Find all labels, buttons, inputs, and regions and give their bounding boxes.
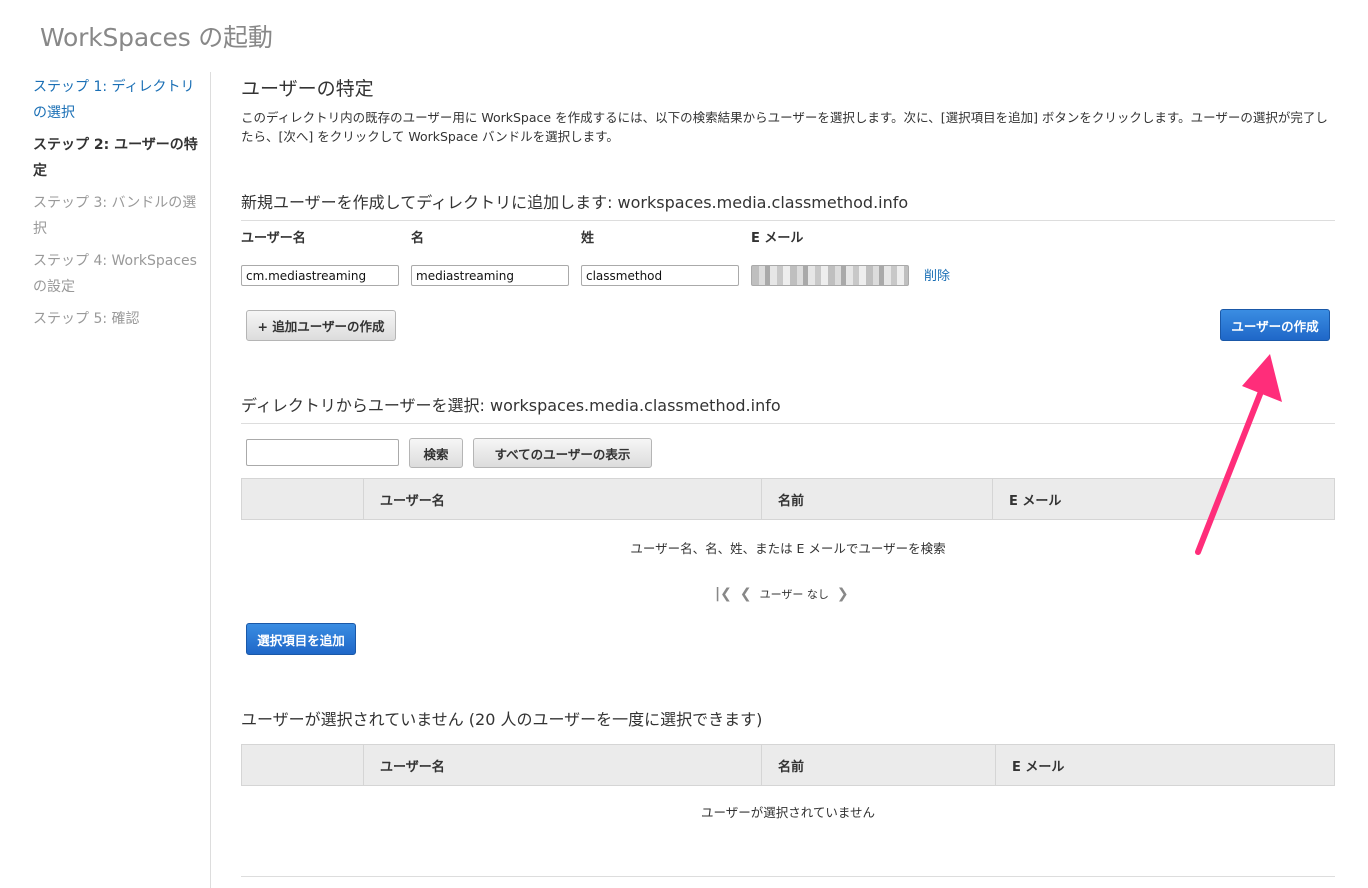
- first-page-icon[interactable]: |❮: [715, 586, 732, 602]
- col-last-name: 姓: [581, 231, 595, 246]
- step-5: ステップ 5: 確認: [33, 311, 140, 327]
- empty-search-message: ユーザー名、名、姓、または E メールでユーザーを検索: [630, 541, 946, 556]
- col-username: ユーザー名: [241, 231, 306, 246]
- add-selected-button[interactable]: 選択項目を追加: [246, 623, 356, 655]
- selected-select-column-header: [242, 745, 364, 785]
- section-heading: ユーザーの特定: [241, 78, 374, 100]
- col-email: E メール: [751, 231, 804, 246]
- selected-users-table: ユーザー名 名前 E メール ユーザーが選択されていません: [241, 744, 1335, 821]
- bottom-divider: [241, 876, 1335, 877]
- create-user-section-title: 新規ユーザーを作成してディレクトリに追加します: workspaces.medi…: [241, 189, 1335, 221]
- username-input[interactable]: [241, 265, 399, 286]
- email-input-redacted[interactable]: [751, 265, 909, 286]
- table-header: ユーザー名 名前 E メール: [241, 478, 1335, 520]
- email-column-header[interactable]: E メール: [993, 479, 1334, 519]
- chevron-left-icon[interactable]: ❮: [740, 586, 752, 602]
- search-button[interactable]: 検索: [409, 438, 463, 468]
- search-results-table: ユーザー名 名前 E メール ユーザー名、名、姓、または E メールでユーザーを…: [241, 478, 1335, 557]
- selected-name-column-header[interactable]: 名前: [762, 745, 996, 785]
- sidebar-divider: [210, 72, 211, 888]
- col-first-name: 名: [411, 231, 425, 246]
- wizard-steps: ステップ 1: ディレクトリの選択 ステップ 2: ユーザーの特定 ステップ 3…: [33, 74, 205, 338]
- intro-text: このディレクトリ内の既存のユーザー用に WorkSpace を作成するには、以下…: [241, 110, 1328, 144]
- last-name-input[interactable]: [581, 265, 739, 286]
- pagination: |❮ ❮ ユーザー なし ❯: [715, 586, 849, 602]
- selected-table-header: ユーザー名 名前 E メール: [241, 744, 1335, 786]
- step-2-current: ステップ 2: ユーザーの特定: [33, 137, 198, 179]
- create-user-button[interactable]: ユーザーの作成: [1220, 309, 1330, 341]
- name-column-header[interactable]: 名前: [762, 479, 993, 519]
- delete-row-link[interactable]: 削除: [924, 265, 950, 284]
- no-selected-users-message: ユーザーが選択されていません: [700, 805, 875, 820]
- username-column-header[interactable]: ユーザー名: [364, 479, 762, 519]
- show-all-users-button[interactable]: すべてのユーザーの表示: [473, 438, 652, 468]
- step-1-link[interactable]: ステップ 1: ディレクトリの選択: [33, 74, 205, 126]
- step-4: ステップ 4: WorkSpaces の設定: [33, 253, 197, 295]
- add-more-users-button[interactable]: + 追加ユーザーの作成: [246, 310, 396, 341]
- page-title: WorkSpaces の起動: [40, 23, 273, 52]
- main-content: ユーザーの特定 このディレクトリ内の既存のユーザー用に WorkSpace を作…: [241, 0, 1335, 888]
- selected-username-column-header[interactable]: ユーザー名: [364, 745, 762, 785]
- select-column-header: [242, 479, 364, 519]
- search-input[interactable]: [246, 439, 399, 466]
- directory-section-title: ディレクトリからユーザーを選択: workspaces.media.classm…: [241, 392, 1335, 424]
- selected-users-title: ユーザーが選択されていません (20 人のユーザーを一度に選択できます): [241, 710, 763, 729]
- step-3: ステップ 3: バンドルの選択: [33, 195, 197, 237]
- pager-text: ユーザー なし: [759, 588, 829, 601]
- selected-email-column-header[interactable]: E メール: [996, 745, 1334, 785]
- first-name-input[interactable]: [411, 265, 569, 286]
- chevron-right-icon[interactable]: ❯: [837, 586, 849, 602]
